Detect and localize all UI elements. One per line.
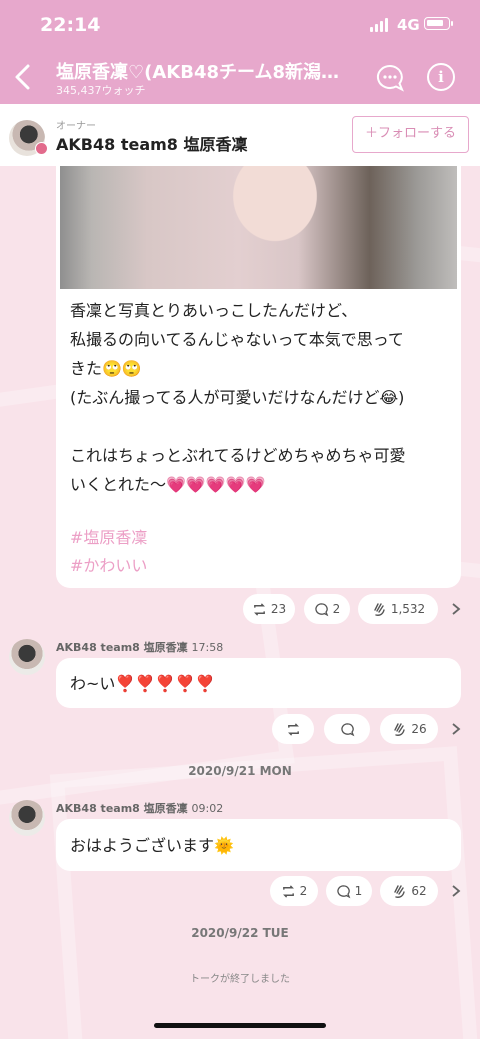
- comment-icon: [340, 722, 354, 736]
- network-label: 4G: [397, 16, 420, 34]
- talk-ended-note: トークが終了しました: [190, 974, 290, 985]
- retweet-button[interactable]: [272, 714, 314, 744]
- sender-avatar[interactable]: [9, 800, 45, 836]
- comment-button[interactable]: 2: [304, 594, 350, 624]
- post-text-line-5: これはちょっとぶれてるけどめちゃめちゃ可愛: [70, 446, 406, 465]
- sender-name: AKB48 team8 塩原香凜 17:58: [56, 639, 223, 655]
- retweet-button[interactable]: 2: [270, 876, 318, 906]
- chat-bubble-icon[interactable]: [375, 63, 405, 93]
- watch-count: 345,437ウォッチ: [56, 84, 146, 97]
- comment-button[interactable]: [324, 714, 370, 744]
- home-indicator[interactable]: [154, 1023, 326, 1028]
- comment-count: 2: [332, 602, 341, 616]
- sender-name-text: AKB48 team8 塩原香凜: [56, 641, 188, 654]
- retweet-icon: [282, 884, 294, 898]
- retweet-count: 2: [299, 884, 308, 898]
- signal-icon: [370, 18, 388, 32]
- message-text: おはようございます🌞: [70, 836, 234, 855]
- comment-button[interactable]: 1: [326, 876, 372, 906]
- post-text-line-4: (たぶん撮ってる人が可愛いだけなんだけど😂): [70, 388, 405, 407]
- sender-avatar[interactable]: [9, 639, 45, 675]
- retweet-icon: [253, 602, 265, 616]
- post-text-line-2: 私撮るの向いてるんじゃないって本気で思って: [70, 330, 404, 349]
- message-time: 17:58: [191, 641, 224, 654]
- info-icon[interactable]: i: [427, 63, 455, 91]
- clap-count: 62: [411, 884, 427, 898]
- clap-icon: [374, 603, 385, 616]
- verified-badge-icon: [35, 142, 48, 155]
- retweet-count: 23: [270, 602, 287, 616]
- comment-icon: [336, 884, 351, 898]
- chevron-right-icon[interactable]: [451, 722, 461, 736]
- top-bar: 22:14 4G 塩原香凜♡(AKB48チーム8新潟… 345,437ウォッチ …: [0, 0, 480, 104]
- owner-label: オーナー: [56, 121, 96, 132]
- message-time: 09:02: [191, 802, 224, 815]
- retweet-icon: [287, 722, 299, 736]
- post-photo[interactable]: [60, 166, 457, 289]
- clap-count: 1,532: [390, 602, 426, 616]
- comment-count: 1: [354, 884, 363, 898]
- post-text-line-6: いくとれた〜💗💗💗💗💗: [70, 475, 266, 494]
- clap-icon: [394, 723, 406, 736]
- message-text: わ~い❣️❣️❣️❣️❣️: [70, 674, 216, 693]
- chevron-right-icon[interactable]: [451, 602, 461, 616]
- date-separator: 2020/9/21 MON: [188, 764, 292, 778]
- sender-name: AKB48 team8 塩原香凜 09:02: [56, 800, 223, 816]
- clap-icon: [394, 885, 406, 898]
- hashtag-link[interactable]: #塩原香凜: [70, 524, 147, 548]
- owner-name: AKB48 team8 塩原香凜: [56, 135, 248, 154]
- chevron-right-icon[interactable]: [451, 884, 461, 898]
- post-text-line-3: きた🙄🙄: [70, 359, 142, 378]
- retweet-button[interactable]: 23: [243, 594, 295, 624]
- status-time: 22:14: [40, 14, 101, 36]
- follow-button[interactable]: ＋フォローする: [352, 116, 469, 153]
- clap-button[interactable]: 26: [380, 714, 438, 744]
- clap-count: 26: [411, 722, 427, 736]
- page-title: 塩原香凜♡(AKB48チーム8新潟…: [56, 62, 339, 83]
- clap-button[interactable]: 1,532: [358, 594, 438, 624]
- hashtag-link[interactable]: #かわいい: [70, 552, 147, 576]
- clap-button[interactable]: 62: [380, 876, 438, 906]
- comment-icon: [314, 602, 329, 616]
- post-text-line-1: 香凜と写真とりあいっこしたんだけど、: [70, 301, 358, 320]
- back-icon[interactable]: [12, 62, 34, 92]
- battery-icon: [424, 17, 453, 30]
- date-separator: 2020/9/22 TUE: [191, 926, 289, 940]
- sender-name-text: AKB48 team8 塩原香凜: [56, 802, 188, 815]
